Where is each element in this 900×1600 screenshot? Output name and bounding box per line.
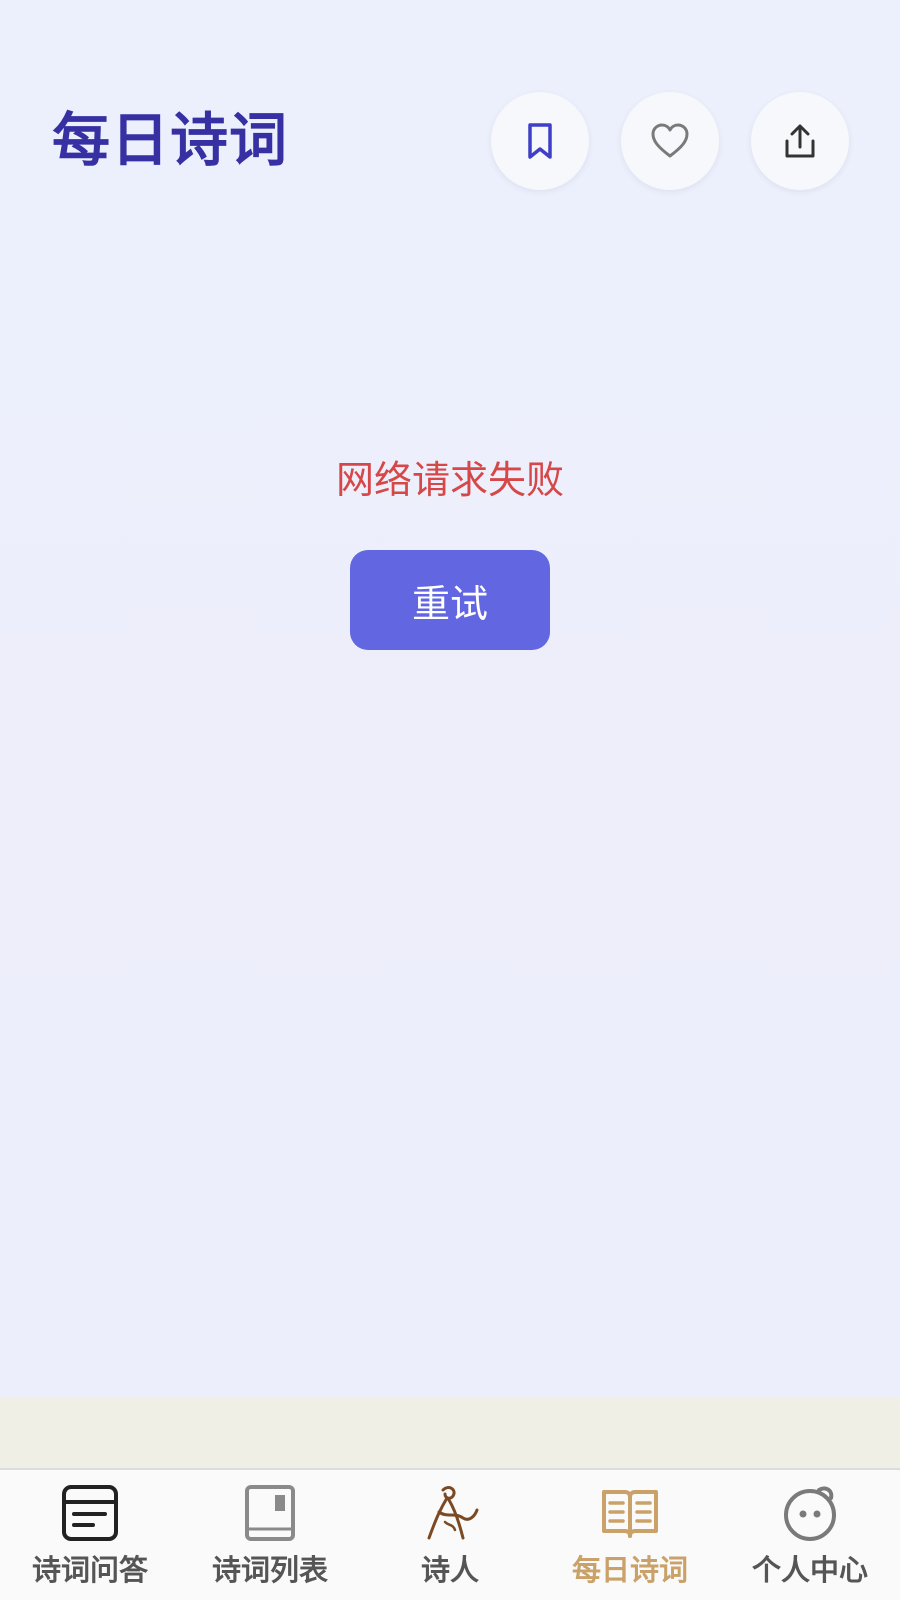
like-button[interactable] [621, 92, 719, 190]
tab-poetry-qa[interactable]: 诗词问答 [0, 1470, 180, 1600]
share-button[interactable] [751, 92, 849, 190]
tab-label: 诗词列表 [211, 1553, 328, 1587]
heart-icon [651, 123, 689, 158]
tab-bar: 诗词问答 诗词列表 诗人 每日诗词 个人中心 [0, 1468, 900, 1600]
tab-profile[interactable]: 个人中心 [720, 1470, 900, 1600]
tab-label: 诗人 [420, 1553, 479, 1587]
retry-button[interactable]: 重试 [350, 550, 550, 650]
header: 每日诗词 [0, 0, 900, 200]
tab-label: 每日诗词 [571, 1553, 688, 1587]
book-icon [239, 1482, 301, 1544]
tab-poetry-list[interactable]: 诗词列表 [180, 1470, 360, 1600]
page-title: 每日诗词 [52, 106, 289, 174]
bookmark-button[interactable] [491, 92, 589, 190]
poet-icon [419, 1482, 481, 1544]
bottom-strip [0, 1398, 900, 1468]
tab-daily-poem[interactable]: 每日诗词 [540, 1470, 720, 1600]
share-icon [785, 124, 815, 158]
profile-face-icon [779, 1482, 841, 1544]
tab-label: 个人中心 [751, 1553, 868, 1587]
open-book-icon [599, 1482, 661, 1544]
qa-icon [59, 1482, 121, 1544]
error-message: 网络请求失败 [335, 458, 564, 502]
bookmark-icon [528, 123, 552, 159]
tab-label: 诗词问答 [31, 1553, 148, 1587]
tab-poet[interactable]: 诗人 [360, 1470, 540, 1600]
